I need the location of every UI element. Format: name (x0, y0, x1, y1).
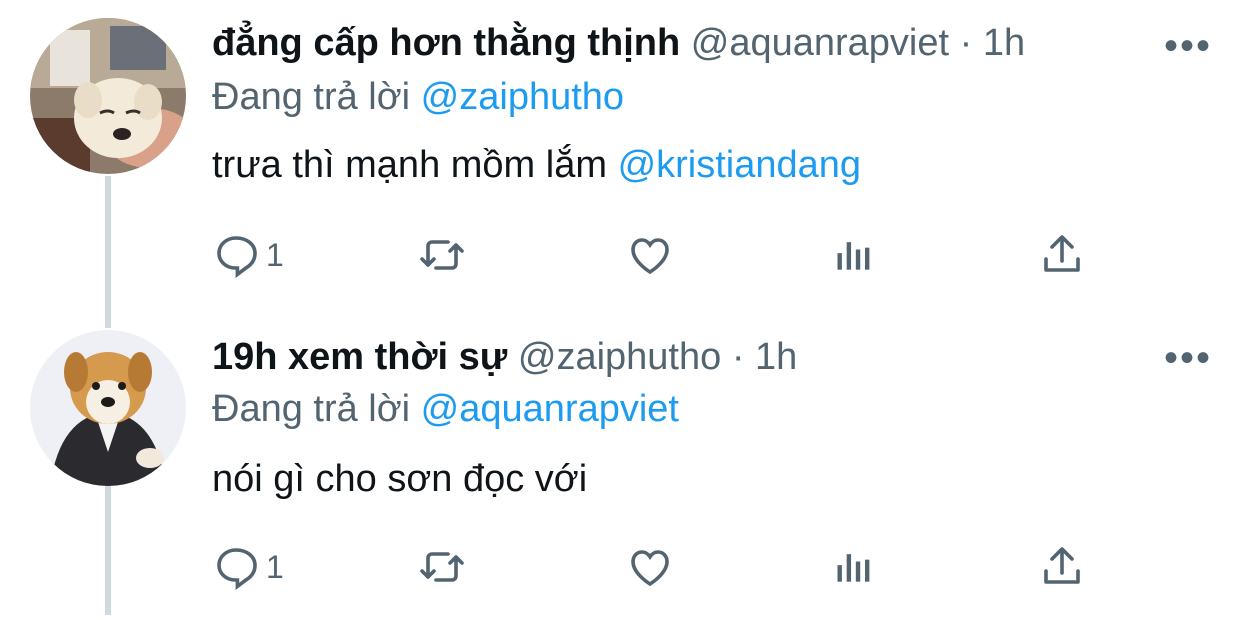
tweet-header: đẳng cấp hơn thằng thịnh @aquanrapviet ·… (212, 20, 1025, 66)
replying-to: Đang trả lời @aquanrapviet (212, 386, 679, 432)
reply-button[interactable]: 1 (212, 230, 284, 280)
user-handle[interactable]: @zaiphutho (518, 336, 721, 378)
share-icon (1044, 235, 1080, 272)
reply-count: 1 (266, 548, 284, 585)
share-button[interactable] (1038, 542, 1086, 592)
retweet-icon (420, 240, 464, 270)
like-button[interactable] (626, 230, 674, 280)
tweet-text-body: nói gì cho sơn đọc với (212, 458, 588, 500)
timestamp[interactable]: 1h (755, 336, 797, 378)
more-icon[interactable]: ••• (1164, 26, 1212, 66)
share-button[interactable] (1038, 230, 1086, 280)
tweet-header: 19h xem thời sự @zaiphutho · 1h (212, 334, 797, 380)
views-button[interactable] (832, 542, 876, 592)
replying-to: Đang trả lời @zaiphutho (212, 74, 624, 120)
tweet[interactable]: 19h xem thời sự @zaiphutho · 1h ••• Đang… (0, 310, 1242, 620)
retweet-icon (420, 552, 464, 582)
views-icon (837, 554, 870, 582)
replying-to-label: Đang trả lời (212, 388, 411, 430)
retweet-button[interactable] (416, 542, 468, 592)
reply-button[interactable]: 1 (212, 542, 284, 592)
mention-link[interactable]: @kristiandang (618, 144, 861, 186)
tweet-text-body: trưa thì mạnh mồm lắm (212, 144, 607, 186)
separator: · (959, 22, 973, 64)
separator: · (731, 336, 745, 378)
tweet[interactable]: đẳng cấp hơn thằng thịnh @aquanrapviet ·… (0, 0, 1242, 310)
timestamp[interactable]: 1h (983, 22, 1025, 64)
views-button[interactable] (832, 230, 876, 280)
more-icon[interactable]: ••• (1164, 338, 1212, 378)
tweet-text: trưa thì mạnh mồm lắm @kristiandang (212, 142, 861, 188)
replying-to-label: Đang trả lời (212, 76, 411, 118)
action-bar: 1 (212, 542, 1112, 592)
retweet-button[interactable] (416, 230, 468, 280)
views-icon (837, 242, 870, 270)
action-bar: 1 (212, 230, 1112, 280)
reply-icon (217, 548, 257, 590)
tweet-text: nói gì cho sơn đọc với (212, 456, 587, 502)
reply-icon (217, 236, 257, 278)
reply-to-mention[interactable]: @aquanrapviet (421, 388, 679, 430)
reply-count: 1 (266, 236, 284, 273)
like-button[interactable] (626, 542, 674, 592)
display-name[interactable]: 19h xem thời sự (212, 336, 507, 378)
like-icon (631, 238, 669, 275)
user-handle[interactable]: @aquanrapviet (691, 22, 949, 64)
like-icon (631, 550, 669, 587)
display-name[interactable]: đẳng cấp hơn thằng thịnh (212, 22, 680, 64)
avatar[interactable] (30, 330, 186, 486)
share-icon (1044, 547, 1080, 584)
reply-to-mention[interactable]: @zaiphutho (421, 76, 624, 118)
avatar[interactable] (30, 18, 186, 174)
